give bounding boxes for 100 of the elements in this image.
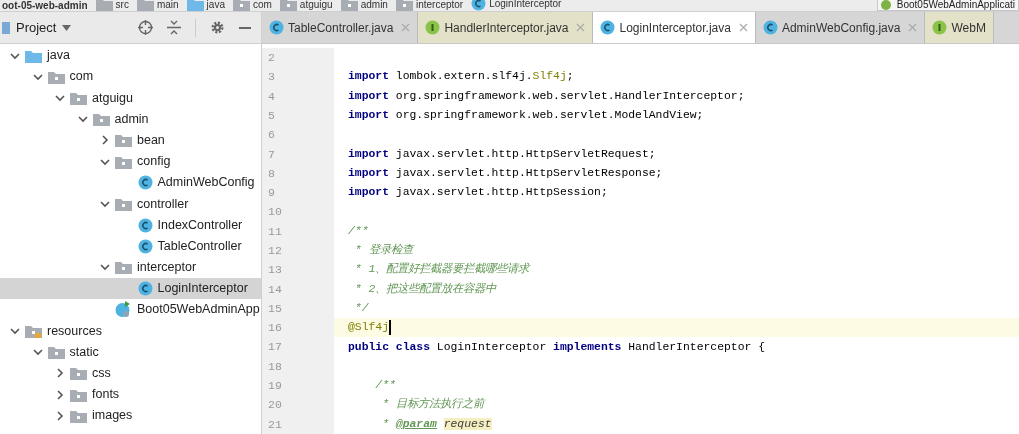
locate-icon[interactable]: [138, 20, 153, 35]
tree-row[interactable]: images: [0, 405, 261, 427]
line-number: 15: [268, 300, 282, 317]
tree-row[interactable]: bean: [0, 129, 261, 151]
tree-label: com: [69, 68, 94, 86]
expand-chevron-icon[interactable]: [100, 135, 110, 146]
interface-icon: [425, 20, 441, 35]
collapse-chevron-icon[interactable]: [77, 114, 88, 125]
breadcrumb-item[interactable]: admin: [360, 0, 388, 10]
line-number: 21: [268, 416, 282, 433]
tab-label: LoginInterceptor.java: [619, 19, 731, 37]
tree-row[interactable]: resources: [0, 320, 261, 342]
tree-label: TableController: [157, 237, 242, 255]
line-number: 4: [268, 88, 275, 105]
line-number: 13: [268, 262, 282, 279]
line-number: 3: [268, 69, 275, 86]
tree-row[interactable]: Boot05WebAdminApp: [0, 299, 261, 321]
tree-row[interactable]: IndexController: [0, 214, 261, 236]
class-icon: [269, 20, 284, 35]
line-number: 18: [268, 358, 282, 375]
tab-label: TableController.java: [288, 19, 394, 37]
editor-tab[interactable]: WebM: [925, 12, 994, 43]
tree-label: static: [69, 343, 99, 361]
code-line: */: [353, 300, 369, 316]
folder-icon: [395, 0, 413, 11]
code-line: * 1、配置好拦截器要拦截哪些请求: [353, 261, 530, 278]
interface-icon: [932, 20, 948, 35]
expand-chevron-icon[interactable]: [55, 368, 65, 379]
class-icon: [762, 20, 778, 35]
breadcrumb-item[interactable]: atguigu: [299, 0, 333, 10]
collapse-chevron-icon[interactable]: [32, 347, 43, 358]
line-number: 14: [268, 281, 282, 298]
tree-row[interactable]: AdminWebConfig: [0, 172, 261, 194]
line-number: 6: [268, 127, 275, 144]
collapse-chevron-icon[interactable]: [10, 326, 20, 337]
tree-row[interactable]: atguigu: [0, 87, 261, 109]
breadcrumb-item[interactable]: main: [156, 0, 179, 10]
tree-label: css: [92, 365, 111, 383]
class-icon: [137, 175, 153, 191]
panel-icon: [2, 21, 10, 34]
expand-chevron-icon[interactable]: [55, 389, 65, 400]
line-number: 10: [268, 204, 282, 221]
collapse-chevron-icon[interactable]: [32, 71, 43, 82]
collapse-chevron-icon[interactable]: [100, 156, 110, 167]
line-number: 20: [268, 397, 282, 414]
tree-row[interactable]: LoginInterceptor: [0, 278, 261, 300]
code-line: /**: [348, 223, 369, 239]
tree-label: fonts: [92, 386, 120, 404]
tree-row[interactable]: static: [0, 341, 261, 363]
tree-row[interactable]: java: [0, 45, 261, 67]
tree-label: bean: [137, 131, 165, 149]
folder-icon: [340, 0, 358, 11]
tree-row[interactable]: fonts: [0, 384, 261, 406]
line-number: 12: [268, 243, 282, 259]
code-line: * @param request: [381, 416, 492, 432]
expand-chevron-icon[interactable]: [55, 410, 65, 421]
line-number: 5: [268, 107, 275, 124]
collapse-chevron-icon[interactable]: [10, 50, 20, 61]
tree-row[interactable]: TableController: [0, 235, 261, 257]
class-icon: [600, 20, 616, 35]
folder-icon: [115, 133, 132, 148]
folder-icon: [232, 0, 250, 11]
breadcrumb-item[interactable]: com: [252, 0, 272, 10]
tree-row[interactable]: com: [0, 66, 261, 88]
breadcrumb-item[interactable]: java: [206, 0, 225, 10]
tree-row[interactable]: admin: [0, 108, 261, 130]
editor-tab[interactable]: LoginInterceptor.java: [593, 12, 756, 43]
folder-icon: [279, 0, 297, 11]
tab-label: AdminWebConfig.java: [781, 19, 901, 37]
code-line: import javax.servlet.http.HttpSession;: [348, 185, 608, 201]
folder-icon: [25, 324, 42, 339]
run-config-icon: [880, 0, 893, 10]
collapse-chevron-icon[interactable]: [55, 92, 65, 103]
collapse-all-icon[interactable]: [167, 20, 181, 35]
caret-icon: [62, 24, 72, 31]
folder-icon: [115, 154, 132, 169]
tree-label: images: [92, 407, 133, 425]
editor-tab[interactable]: HandlerInterceptor.java: [418, 12, 594, 43]
code-line: * 2、把这些配置放在容器中: [353, 281, 497, 297]
tree-row[interactable]: controller: [0, 193, 261, 215]
breadcrumb-item[interactable]: src: [115, 0, 129, 10]
code-line: import javax.servlet.http.HttpServletRequest;: [348, 146, 656, 162]
code-line: public class LoginInterceptor implements HandlerInterceptor {: [348, 339, 765, 355]
breadcrumb-item[interactable]: oot-05-web-admin: [2, 0, 88, 11]
collapse-chevron-icon[interactable]: [100, 262, 110, 273]
project-view-dropdown[interactable]: Project: [16, 17, 72, 38]
breadcrumb-item[interactable]: LoginInterceptor: [489, 0, 562, 9]
folder-icon: [70, 387, 87, 402]
code-line: * 目标方法执行之前: [381, 396, 484, 413]
line-number: 9: [268, 185, 275, 202]
tree-row[interactable]: interceptor: [0, 256, 261, 279]
tree-row[interactable]: css: [0, 362, 261, 384]
settings-icon[interactable]: [210, 20, 225, 35]
collapse-chevron-icon[interactable]: [100, 198, 110, 209]
tab-label: HandlerInterceptor.java: [444, 19, 569, 37]
tree-label: resources: [47, 322, 102, 340]
code-line: import lombok.extern.slf4j.Slf4j;: [348, 69, 574, 85]
tree-row[interactable]: config: [0, 150, 261, 173]
tree-label: IndexController: [157, 216, 243, 234]
breadcrumb-item[interactable]: interceptor: [415, 0, 464, 10]
